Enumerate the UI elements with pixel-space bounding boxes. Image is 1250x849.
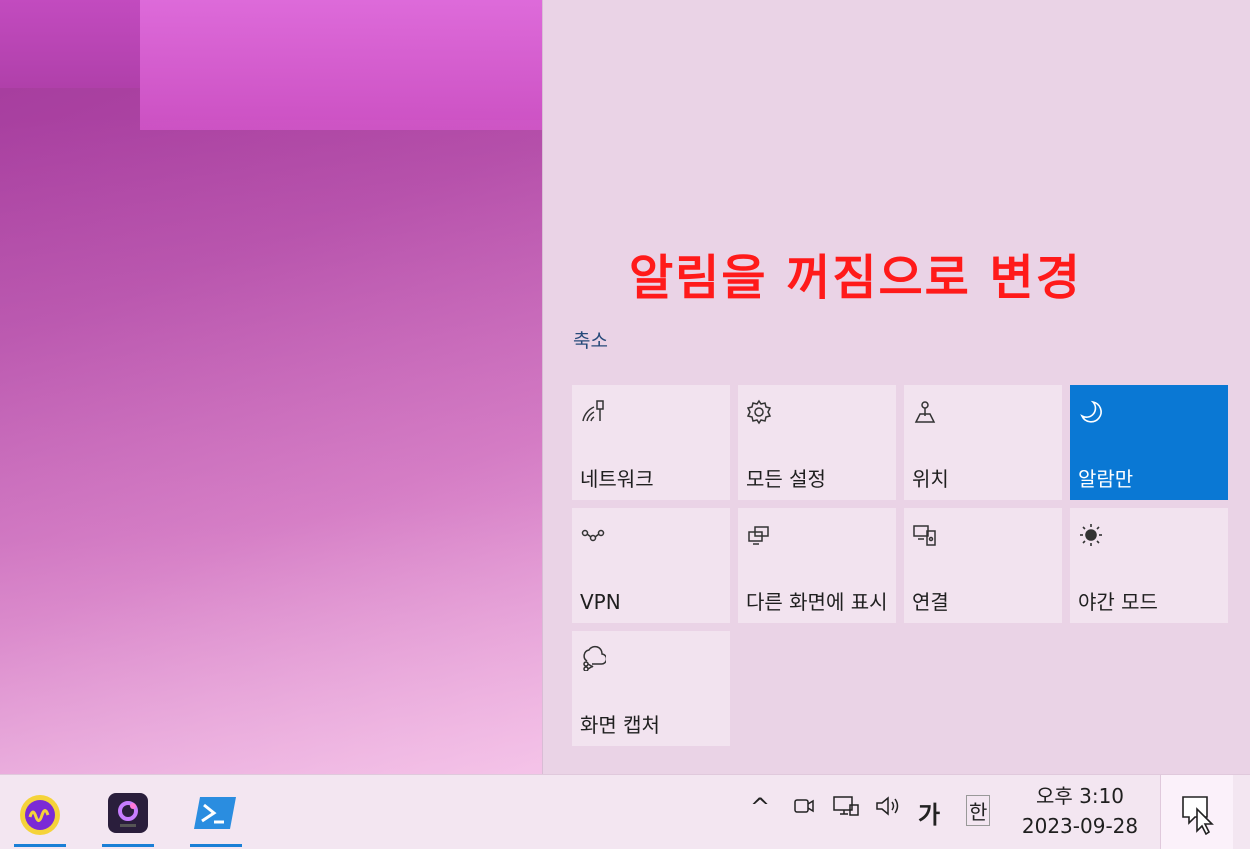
tile-label: 화면 캡처 bbox=[580, 713, 660, 737]
powershell-icon bbox=[192, 795, 238, 835]
location-icon bbox=[912, 399, 938, 425]
tile-all-settings[interactable]: 모든 설정 bbox=[738, 385, 896, 500]
tile-connect[interactable]: 연결 bbox=[904, 508, 1062, 623]
tile-project[interactable]: 다른 화면에 표시 bbox=[738, 508, 896, 623]
project-icon bbox=[746, 522, 772, 548]
clock-time: 오후 3:10 bbox=[1035, 784, 1125, 808]
tile-screen-snip[interactable]: 화면 캡처 bbox=[572, 631, 730, 746]
meet-now-icon[interactable] bbox=[792, 793, 816, 825]
volume-icon[interactable] bbox=[874, 793, 904, 825]
tile-label: 알람만 bbox=[1078, 467, 1134, 491]
tile-network[interactable]: 네트워크 bbox=[572, 385, 730, 500]
ime-mode-indicator[interactable]: 한 bbox=[966, 795, 991, 826]
network-tray-icon[interactable] bbox=[832, 793, 860, 825]
brightness-icon bbox=[1078, 522, 1104, 548]
tile-label: 다른 화면에 표시 bbox=[746, 590, 888, 614]
tile-label: 네트워크 bbox=[580, 467, 654, 491]
taskbar: ^ 가 한 오후 3:10 2023-09-28 bbox=[0, 774, 1250, 849]
tile-label: 야간 모드 bbox=[1078, 590, 1158, 614]
ime-language-indicator[interactable]: 가 bbox=[918, 795, 940, 830]
connect-icon bbox=[912, 522, 938, 548]
tile-label: 연결 bbox=[912, 590, 949, 614]
tile-location[interactable]: 위치 bbox=[904, 385, 1062, 500]
taskbar-app-1[interactable] bbox=[10, 785, 70, 847]
notification-icon bbox=[1181, 795, 1215, 839]
show-hidden-icons-chevron-icon[interactable]: ^ bbox=[750, 793, 770, 821]
network-icon bbox=[580, 399, 606, 425]
tile-night-light[interactable]: 야간 모드 bbox=[1070, 508, 1228, 623]
screen-snip-icon bbox=[580, 645, 606, 671]
annotation-text: 알림을 꺼짐으로 변경 bbox=[629, 250, 1082, 306]
desktop-wallpaper bbox=[0, 0, 542, 774]
vpn-icon bbox=[580, 522, 606, 548]
dark-app-icon bbox=[106, 791, 150, 839]
taskbar-app-2[interactable] bbox=[98, 785, 158, 847]
notification-center-button[interactable] bbox=[1160, 775, 1233, 849]
settings-gear-icon bbox=[746, 399, 772, 425]
tile-label: VPN bbox=[580, 590, 621, 614]
waveform-app-icon bbox=[18, 793, 62, 841]
tile-label: 위치 bbox=[912, 467, 949, 491]
tile-vpn[interactable]: VPN bbox=[572, 508, 730, 623]
clock-date: 2023-09-28 bbox=[1021, 814, 1139, 838]
collapse-link[interactable]: 축소 bbox=[573, 326, 608, 353]
quick-actions-grid: 네트워크 모든 설정 위치 알람만 VPN 다른 화면에 표시 연결 야간 모드… bbox=[572, 385, 1228, 746]
tile-focus-assist[interactable]: 알람만 bbox=[1070, 385, 1228, 500]
tile-label: 모든 설정 bbox=[746, 467, 826, 491]
taskbar-clock[interactable]: 오후 3:10 2023-09-28 bbox=[1010, 781, 1150, 841]
action-center-panel: 알림을 꺼짐으로 변경 축소 네트워크 모든 설정 위치 알람만 VPN 다른 … bbox=[542, 0, 1250, 774]
moon-icon bbox=[1078, 399, 1104, 425]
taskbar-app-3[interactable] bbox=[186, 785, 246, 847]
